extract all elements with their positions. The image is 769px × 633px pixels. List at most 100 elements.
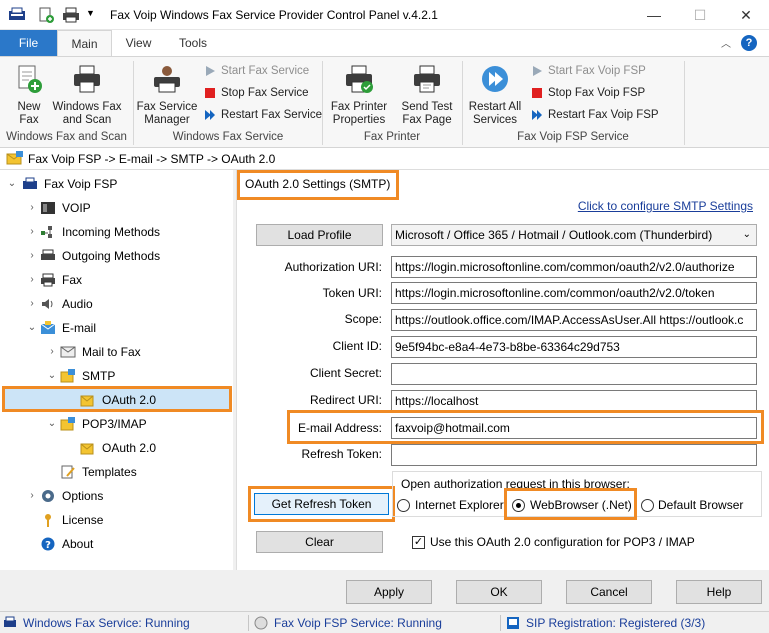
apply-button[interactable]: Apply bbox=[346, 580, 432, 604]
chevron-right-icon[interactable]: › bbox=[26, 221, 38, 243]
configure-smtp-link[interactable]: Click to configure SMTP Settings bbox=[578, 199, 753, 213]
chevron-right-icon[interactable]: › bbox=[26, 245, 38, 267]
profile-select[interactable]: Microsoft / Office 365 / Hotmail / Outlo… bbox=[391, 224, 757, 246]
play-icon bbox=[206, 66, 215, 76]
sip-status-icon bbox=[507, 617, 519, 629]
tab-tools[interactable]: Tools bbox=[168, 30, 218, 56]
client-secret-label: Client Secret: bbox=[309, 366, 382, 380]
tab-file[interactable]: File bbox=[0, 30, 57, 56]
fax-printer-properties-button[interactable]: Fax Printer Properties bbox=[328, 59, 390, 127]
new-fax-quick-icon[interactable] bbox=[38, 7, 54, 23]
stop-fax-voip-fsp-button[interactable]: Stop Fax Voip FSP bbox=[531, 84, 645, 102]
fax-printer-properties-label: Fax Printer Properties bbox=[330, 101, 388, 126]
fax-printer-properties-icon bbox=[346, 65, 373, 93]
start-fax-service-button[interactable]: Start Fax Service bbox=[204, 62, 309, 80]
close-button[interactable]: ✕ bbox=[723, 0, 769, 30]
clear-button[interactable]: Clear bbox=[256, 531, 383, 553]
breadcrumb-text: Fax Voip FSP -> E-mail -> SMTP -> OAuth … bbox=[28, 152, 276, 166]
send-test-fax-page-button[interactable]: Send Test Fax Page bbox=[396, 59, 458, 127]
chevron-right-icon[interactable]: › bbox=[26, 269, 38, 291]
stop-fax-service-button[interactable]: Stop Fax Service bbox=[204, 84, 309, 102]
pop3-imap-icon bbox=[60, 417, 75, 431]
title-bar: ▼ Fax Voip Windows Fax Service Provider … bbox=[0, 0, 769, 30]
start-fax-voip-fsp-button[interactable]: Start Fax Voip FSP bbox=[531, 62, 646, 80]
chevron-right-icon[interactable]: › bbox=[26, 485, 38, 507]
client-secret-input[interactable] bbox=[391, 363, 757, 385]
chevron-down-icon: ⌄ bbox=[742, 229, 751, 240]
quick-access-dropdown-icon[interactable]: ▼ bbox=[86, 8, 95, 24]
restart-all-services-button[interactable]: Restart All Services bbox=[466, 59, 524, 127]
chevron-right-icon[interactable]: › bbox=[26, 293, 38, 315]
email-icon bbox=[40, 321, 56, 334]
status-windows-fax-service[interactable]: Windows Fax Service: Running bbox=[3, 615, 243, 631]
windows-fax-and-scan-button[interactable]: Windows Fax and Scan bbox=[50, 59, 124, 127]
client-id-input[interactable]: 9e5f94bc-e8a4-4e73-b8be-63364c29d753 bbox=[391, 336, 757, 358]
radio-webbrowser-net[interactable] bbox=[512, 499, 525, 512]
ok-button[interactable]: OK bbox=[456, 580, 542, 604]
redirect-uri-input[interactable]: https://localhost bbox=[391, 390, 757, 412]
authorization-uri-label: Authorization URI: bbox=[284, 260, 382, 274]
radio-default-browser[interactable] bbox=[641, 499, 654, 512]
group-label-windows-fax-service: Windows Fax Service bbox=[172, 131, 284, 143]
fax-service-manager-button[interactable]: Fax Service Manager bbox=[136, 59, 198, 127]
restart-icon bbox=[205, 110, 215, 120]
new-fax-label: New Fax bbox=[17, 101, 41, 126]
restart-fax-voip-fsp-button[interactable]: Restart Fax Voip FSP bbox=[531, 106, 659, 124]
restart-fax-service-button[interactable]: Restart Fax Service bbox=[204, 106, 322, 124]
chevron-down-icon[interactable]: ⌄ bbox=[46, 365, 58, 387]
printer-quick-icon[interactable] bbox=[62, 7, 80, 23]
status-bar: Windows Fax Service: Running Fax Voip FS… bbox=[0, 611, 769, 633]
fax-voip-app-icon bbox=[9, 7, 25, 20]
chevron-down-icon[interactable]: ⌄ bbox=[46, 413, 58, 435]
use-for-pop3-checkbox[interactable]: ✓ bbox=[412, 536, 425, 549]
smtp-icon bbox=[60, 369, 75, 383]
printer-icon bbox=[74, 65, 100, 93]
oauth-icon bbox=[80, 443, 94, 455]
email-address-input[interactable]: faxvoip@hotmail.com bbox=[391, 417, 757, 439]
stop-icon bbox=[205, 88, 215, 98]
new-fax-button[interactable]: New Fax bbox=[8, 59, 50, 127]
ribbon-tabs: File Main View Tools ︿ ? bbox=[0, 30, 769, 57]
breadcrumb: Fax Voip FSP -> E-mail -> SMTP -> OAuth … bbox=[0, 148, 769, 170]
chevron-right-icon[interactable]: › bbox=[26, 197, 38, 219]
use-for-pop3-label: Use this OAuth 2.0 configuration for POP… bbox=[430, 535, 695, 549]
maximize-button[interactable]: ☐ bbox=[677, 0, 723, 30]
status-fax-voip-fsp-service[interactable]: Fax Voip FSP Service: Running bbox=[254, 615, 494, 631]
ribbon-separator bbox=[684, 61, 685, 145]
help-icon[interactable]: ? bbox=[741, 35, 757, 51]
cancel-button[interactable]: Cancel bbox=[566, 580, 652, 604]
load-profile-button[interactable]: Load Profile bbox=[256, 224, 383, 246]
radio-internet-explorer[interactable] bbox=[397, 499, 410, 512]
ribbon: New Fax Windows Fax and Scan Windows Fax… bbox=[0, 56, 769, 148]
restart-icon bbox=[532, 110, 542, 120]
refresh-token-input[interactable] bbox=[391, 444, 757, 466]
email-address-label: E-mail Address: bbox=[297, 421, 382, 435]
help-circle-icon: ? bbox=[41, 537, 55, 551]
collapse-ribbon-icon[interactable]: ︿ bbox=[721, 35, 731, 50]
fax-voip-icon bbox=[23, 177, 37, 189]
play-icon bbox=[533, 66, 542, 76]
help-button[interactable]: Help bbox=[676, 580, 762, 604]
authorization-uri-input[interactable]: https://login.microsoftonline.com/common… bbox=[391, 256, 757, 278]
fax-icon bbox=[41, 273, 55, 287]
redirect-uri-label: Redirect URI: bbox=[309, 393, 382, 407]
oauth-icon bbox=[80, 395, 94, 407]
fax-service-manager-icon bbox=[154, 66, 180, 93]
chevron-down-icon[interactable]: ⌄ bbox=[26, 317, 38, 339]
internet-explorer-label: Internet Explorer bbox=[415, 498, 504, 512]
token-uri-input[interactable]: https://login.microsoftonline.com/common… bbox=[391, 282, 757, 304]
email-folder-icon bbox=[6, 151, 23, 165]
key-icon bbox=[45, 514, 51, 527]
chevron-right-icon[interactable]: › bbox=[46, 341, 58, 363]
tab-main[interactable]: Main bbox=[57, 30, 112, 57]
get-refresh-token-button[interactable]: Get Refresh Token bbox=[254, 493, 389, 515]
mail-to-fax-icon bbox=[60, 346, 76, 358]
status-sip-registration[interactable]: SIP Registration: Registered (3/3) bbox=[506, 615, 746, 631]
chevron-down-icon[interactable]: ⌄ bbox=[6, 173, 18, 195]
minimize-button[interactable]: — bbox=[631, 0, 677, 30]
scope-input[interactable]: https://outlook.office.com/IMAP.AccessAs… bbox=[391, 309, 757, 331]
restart-all-services-label: Restart All Services bbox=[468, 101, 522, 126]
client-id-label: Client ID: bbox=[332, 339, 382, 353]
tab-view[interactable]: View bbox=[116, 30, 161, 56]
speaker-icon bbox=[42, 299, 53, 309]
